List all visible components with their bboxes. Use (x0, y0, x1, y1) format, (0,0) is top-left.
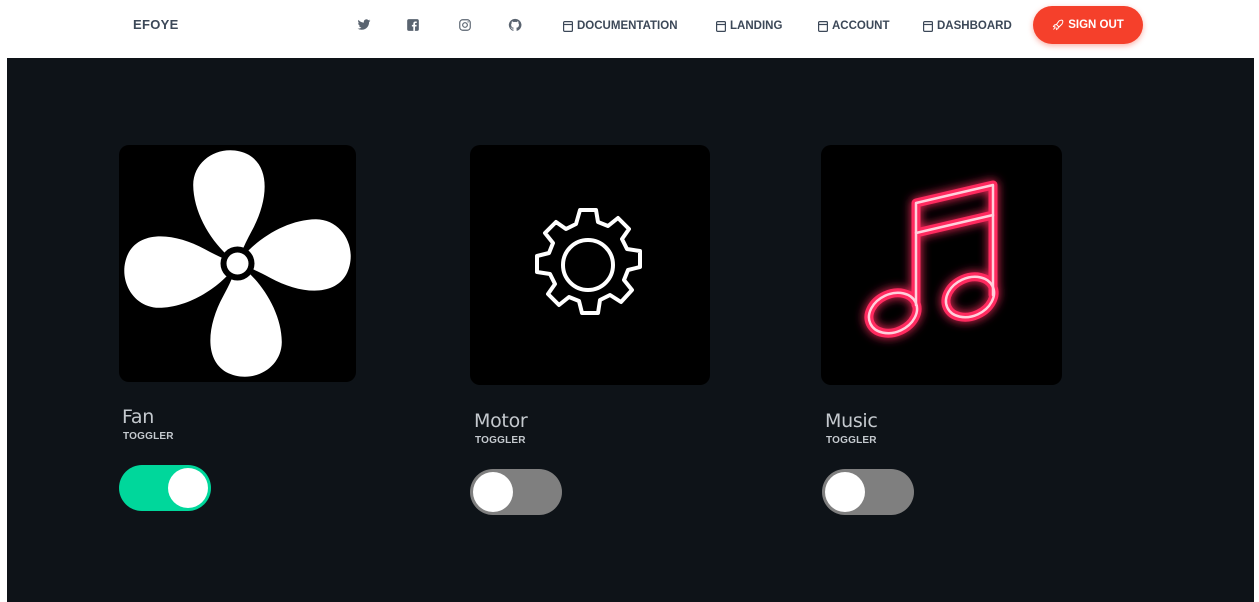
toggle-knob (825, 472, 865, 512)
toggle-knob (473, 472, 513, 512)
device-subtitle-music: TOGGLER (826, 435, 877, 446)
device-subtitle-motor: TOGGLER (475, 435, 526, 446)
device-subtitle-fan: TOGGLER (123, 431, 174, 442)
facebook-icon (407, 19, 419, 31)
toggle-music[interactable] (822, 469, 914, 515)
fan-icon (124, 150, 351, 377)
github-link[interactable] (506, 16, 524, 34)
gear-icon (535, 208, 642, 315)
sign-out-button[interactable]: SIGN OUT (1033, 6, 1143, 44)
brand-logo[interactable]: EFOYE (133, 17, 179, 32)
device-image-fan (119, 145, 356, 382)
rocket-icon (1052, 19, 1064, 31)
device-image-motor (470, 145, 710, 385)
dashboard-main: Fan TOGGLER Motor TOGGLER Music TOGGLER (7, 58, 1254, 602)
nav-documentation[interactable]: DOCUMENTATION (563, 17, 678, 35)
toggle-fan[interactable] (119, 465, 211, 511)
twitter-icon (357, 19, 371, 30)
instagram-icon (459, 19, 471, 31)
instagram-link[interactable] (456, 16, 474, 34)
page-icon (563, 20, 573, 32)
page-icon (818, 20, 828, 32)
nav-account[interactable]: ACCOUNT (818, 17, 890, 35)
twitter-link[interactable] (355, 16, 373, 34)
nav-landing[interactable]: LANDING (716, 17, 782, 35)
nav-dashboard[interactable]: DASHBOARD (923, 17, 1012, 35)
device-name-music: Music (825, 410, 878, 432)
toggle-knob (168, 468, 208, 508)
navbar: EFOYE DOCUMENTATION LANDING ACCOUNT DASH… (0, 0, 1259, 56)
toggle-motor[interactable] (470, 469, 562, 515)
page-icon (716, 20, 726, 32)
music-note-icon (864, 180, 999, 338)
device-name-fan: Fan (122, 406, 154, 428)
facebook-link[interactable] (404, 16, 422, 34)
device-name-motor: Motor (474, 410, 528, 432)
page-icon (923, 20, 933, 32)
device-image-music (821, 145, 1062, 385)
github-icon (508, 18, 522, 31)
